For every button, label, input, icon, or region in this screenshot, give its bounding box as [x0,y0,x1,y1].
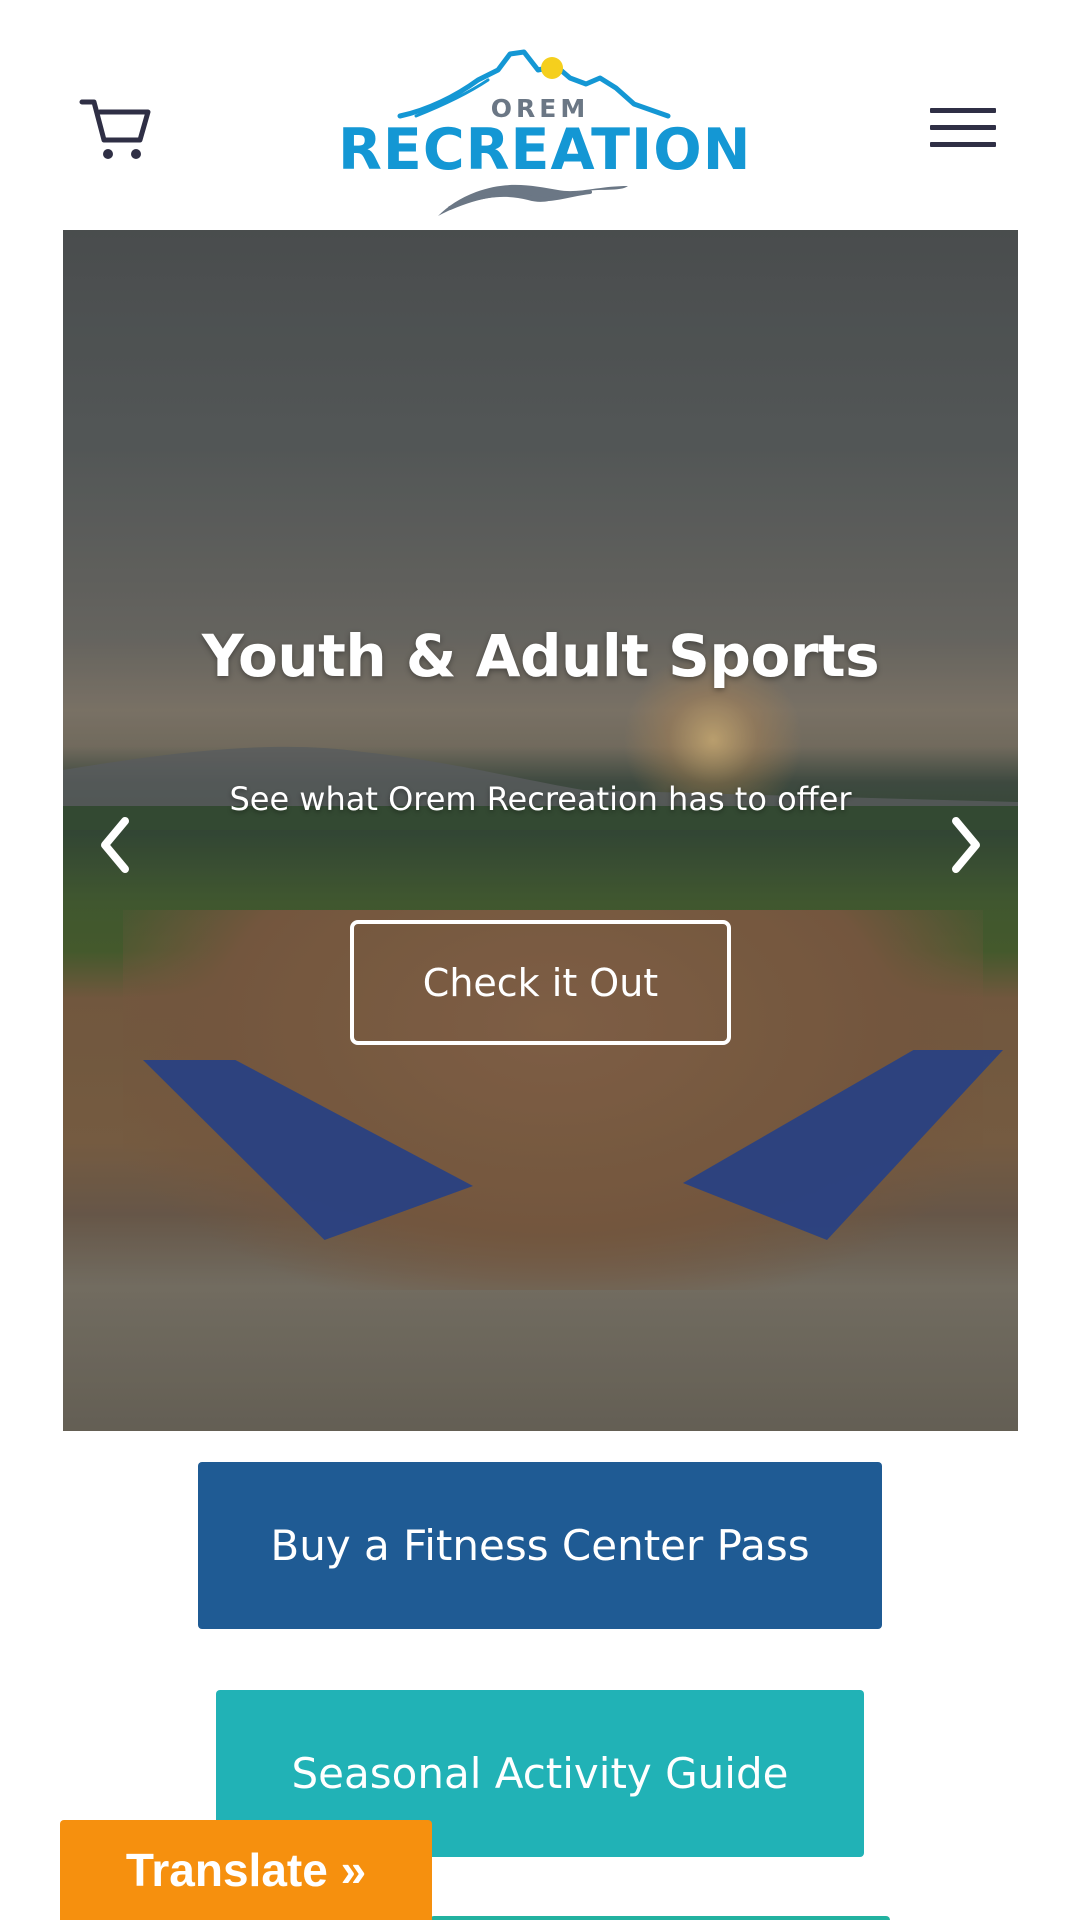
hero-overlay [63,230,1018,1431]
site-header: OREM RECREATION [0,0,1080,230]
check-it-out-button[interactable]: Check it Out [350,920,731,1045]
slider-next-button[interactable] [936,800,996,890]
cart-icon [79,99,151,159]
cart-button[interactable] [78,92,154,168]
slider-prev-button[interactable] [85,800,145,890]
hero-title: Youth & Adult Sports [201,622,880,690]
hero-slider: Youth & Adult Sports See what Orem Recre… [63,230,1018,1431]
buy-fitness-pass-button[interactable]: Buy a Fitness Center Pass [198,1462,882,1629]
orem-recreation-logo[interactable]: OREM RECREATION [338,40,752,222]
hamburger-menu-button[interactable] [930,108,996,154]
hero-subtitle: See what Orem Recreation has to offer [229,780,852,818]
hamburger-menu-icon [930,108,996,113]
next-button-partial[interactable] [430,1916,890,1920]
chevron-left-icon [101,817,129,873]
translate-button[interactable]: Translate » [60,1820,432,1920]
chevron-right-icon [952,817,980,873]
page: OREM RECREATION Youth & Adult Sports See… [0,0,1080,1920]
logo-recreation-text: RECREATION [338,117,752,183]
